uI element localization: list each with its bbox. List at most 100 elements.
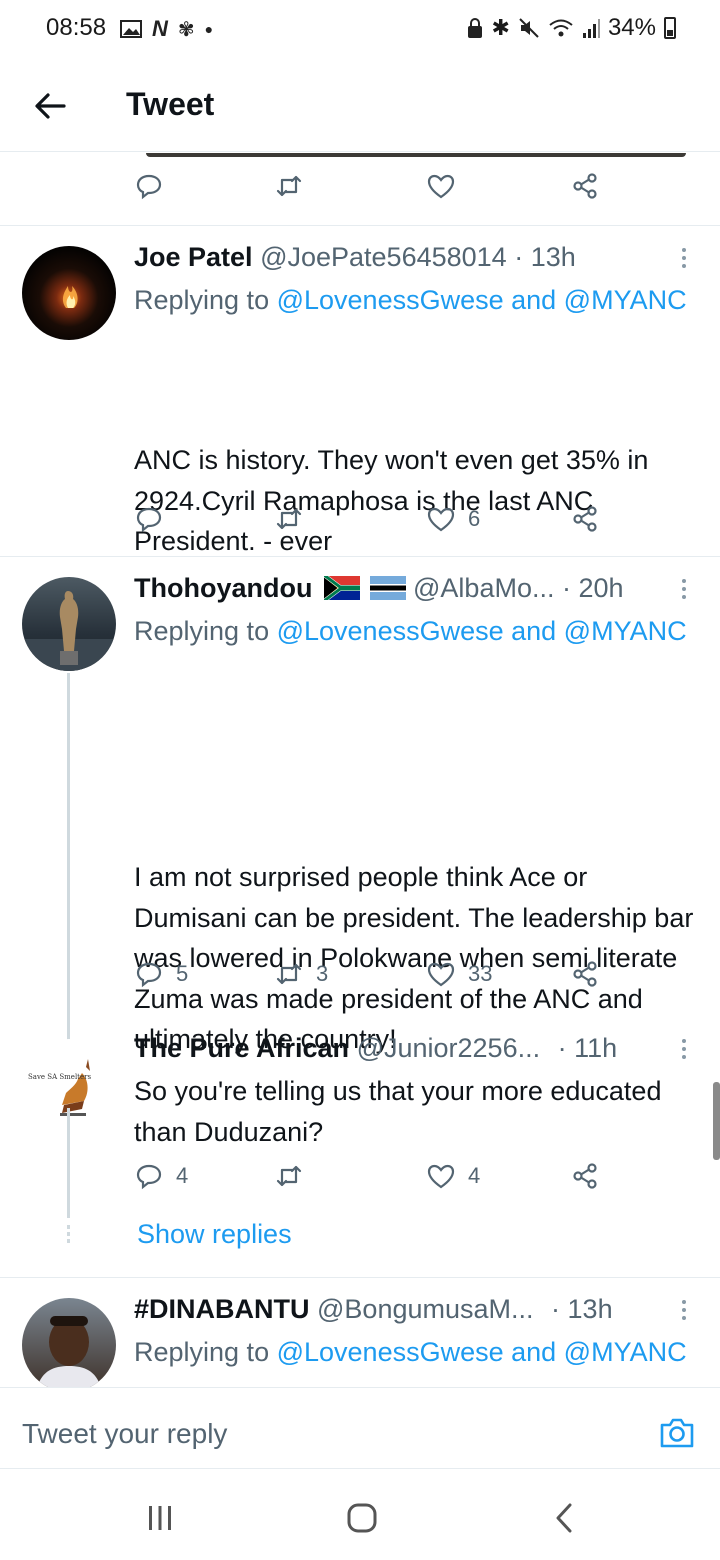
bluetooth-icon: ✱ xyxy=(491,15,510,40)
like-count: 33 xyxy=(468,961,493,986)
tweet-pure-african[interactable]: Save SA Smelters The Pure African @Junio… xyxy=(0,1023,720,1253)
home-icon[interactable] xyxy=(342,1500,382,1536)
avatar[interactable] xyxy=(22,577,116,671)
heart-icon xyxy=(427,962,455,987)
display-name[interactable]: Thohoyandou xyxy=(134,573,312,603)
tweet-feed[interactable]: Joe Patel @JoePate56458014 · 13h Replyin… xyxy=(0,153,720,1387)
back-nav-icon[interactable] xyxy=(544,1500,584,1536)
mute-icon xyxy=(519,18,539,38)
replying-label: Replying to xyxy=(134,1337,277,1367)
tweet-actions: 5 3 33 xyxy=(134,959,614,999)
replying-to: Replying to @LovenessGwese and @MYANC xyxy=(134,611,696,652)
netflix-icon: N xyxy=(152,16,168,41)
reply-button[interactable]: 4 xyxy=(134,1161,188,1191)
system-nav-bar xyxy=(0,1470,720,1560)
tweet-header: Joe Patel @JoePate56458014 · 13h xyxy=(134,242,664,273)
tweet-body: So you're telling us that your more educ… xyxy=(134,1076,662,1147)
share-button[interactable] xyxy=(570,171,600,201)
reply-bubble-icon xyxy=(136,962,162,988)
recent-apps-icon[interactable] xyxy=(140,1500,180,1536)
share-button[interactable] xyxy=(570,504,600,534)
tweet-time: · 20h xyxy=(562,573,624,603)
like-button[interactable] xyxy=(426,171,456,201)
retweet-button[interactable]: 3 xyxy=(274,959,328,989)
person-photo-icon xyxy=(37,1316,101,1387)
tweet-actions: 6 xyxy=(134,504,614,544)
avatar[interactable] xyxy=(22,246,116,340)
page-title: Tweet xyxy=(126,86,215,122)
lock-icon xyxy=(467,18,482,38)
mention-link[interactable]: @LovenessGwese and @MYANC xyxy=(277,616,687,646)
tweet-joe-patel[interactable]: Joe Patel @JoePate56458014 · 13h Replyin… xyxy=(0,226,720,556)
tweet-header: #DINABANTU @BongumusaM... · 13h xyxy=(134,1294,664,1325)
thread-dots xyxy=(67,1225,70,1243)
app-header: Tweet xyxy=(0,60,720,152)
back-arrow-icon[interactable] xyxy=(30,86,70,126)
more-options-icon[interactable] xyxy=(678,1039,690,1059)
tweet-header: Thohoyandou @AlbaMo... · 20h xyxy=(134,573,664,604)
share-button[interactable] xyxy=(570,1161,600,1191)
display-name[interactable]: The Pure African xyxy=(134,1033,349,1063)
botswana-flag-icon xyxy=(369,576,406,600)
more-options-icon[interactable] xyxy=(678,1300,690,1320)
retweet-icon xyxy=(276,508,302,530)
more-options-icon[interactable] xyxy=(678,579,690,599)
like-count: 4 xyxy=(468,1163,481,1188)
mention-link[interactable]: @LovenessGwese and @MYANC xyxy=(277,285,687,315)
user-handle[interactable]: @Junior2256... xyxy=(357,1033,541,1063)
reply-button[interactable]: 5 xyxy=(134,959,188,989)
heart-icon xyxy=(427,174,455,199)
reply-button[interactable] xyxy=(134,504,164,534)
dot-icon: ● xyxy=(204,21,214,37)
retweet-button[interactable] xyxy=(274,504,304,534)
heart-icon xyxy=(427,1164,455,1189)
retweet-button[interactable] xyxy=(274,1161,304,1191)
reply-button[interactable] xyxy=(134,171,164,201)
top-tweet-actions xyxy=(134,171,614,211)
scrollbar[interactable] xyxy=(713,1082,720,1160)
replying-label: Replying to xyxy=(134,616,277,646)
camera-icon[interactable] xyxy=(658,1414,696,1452)
avatar-logo-text: Save SA Smelters xyxy=(28,1073,92,1081)
tweet-text: So you're telling us that your more educ… xyxy=(134,1071,696,1152)
tweet-time: · 13h xyxy=(551,1294,613,1324)
like-button[interactable]: 6 xyxy=(426,504,480,534)
fire-icon xyxy=(62,286,78,308)
signal-icon xyxy=(582,19,600,38)
replying-label: Replying to xyxy=(134,285,277,315)
user-handle[interactable]: @AlbaMo... xyxy=(413,573,554,603)
avatar[interactable] xyxy=(22,1298,116,1387)
retweet-icon xyxy=(276,1165,302,1187)
display-name[interactable]: Joe Patel xyxy=(134,242,253,272)
notification-icons: N ✾ ● xyxy=(120,16,213,42)
retweet-count: 3 xyxy=(316,961,329,986)
reply-count: 4 xyxy=(176,1163,189,1188)
reply-bubble-icon xyxy=(136,174,162,200)
like-button[interactable]: 33 xyxy=(426,959,492,989)
share-icon xyxy=(573,1163,597,1189)
user-handle[interactable]: @JoePate56458014 xyxy=(260,242,507,272)
system-icons: ✱ 34% xyxy=(466,14,676,42)
statue-icon xyxy=(22,591,116,671)
replying-to: Replying to @LovenessGwese and @MYANC xyxy=(134,1332,696,1373)
reply-composer[interactable]: Tweet your reply xyxy=(0,1387,720,1469)
status-bar: 08:58 N ✾ ● ✱ 34% xyxy=(0,0,720,60)
retweet-button[interactable] xyxy=(274,171,304,201)
tweet-dinabantu[interactable]: #DINABANTU @BongumusaM... · 13h Replying… xyxy=(0,1278,720,1387)
display-name[interactable]: #DINABANTU xyxy=(134,1294,310,1324)
tweet-time: · 11h xyxy=(557,1033,618,1063)
tweet-actions: 4 4 xyxy=(134,1161,614,1201)
more-options-icon[interactable] xyxy=(678,248,690,268)
share-button[interactable] xyxy=(570,959,600,989)
tweet-thohoyandou[interactable]: Thohoyandou @AlbaMo... · 20h Replying to… xyxy=(0,557,720,1054)
share-icon xyxy=(573,173,597,199)
mention-link[interactable]: @LovenessGwese and @MYANC xyxy=(277,1337,687,1367)
like-button[interactable]: 4 xyxy=(426,1161,480,1191)
retweet-icon xyxy=(276,175,302,197)
user-handle[interactable]: @BongumusaM... xyxy=(317,1294,534,1324)
reply-input[interactable]: Tweet your reply xyxy=(22,1418,227,1450)
show-replies-link[interactable]: Show replies xyxy=(137,1219,292,1250)
retweet-icon xyxy=(276,963,302,985)
wifi-icon xyxy=(549,19,573,37)
reply-bubble-icon xyxy=(136,1164,162,1190)
